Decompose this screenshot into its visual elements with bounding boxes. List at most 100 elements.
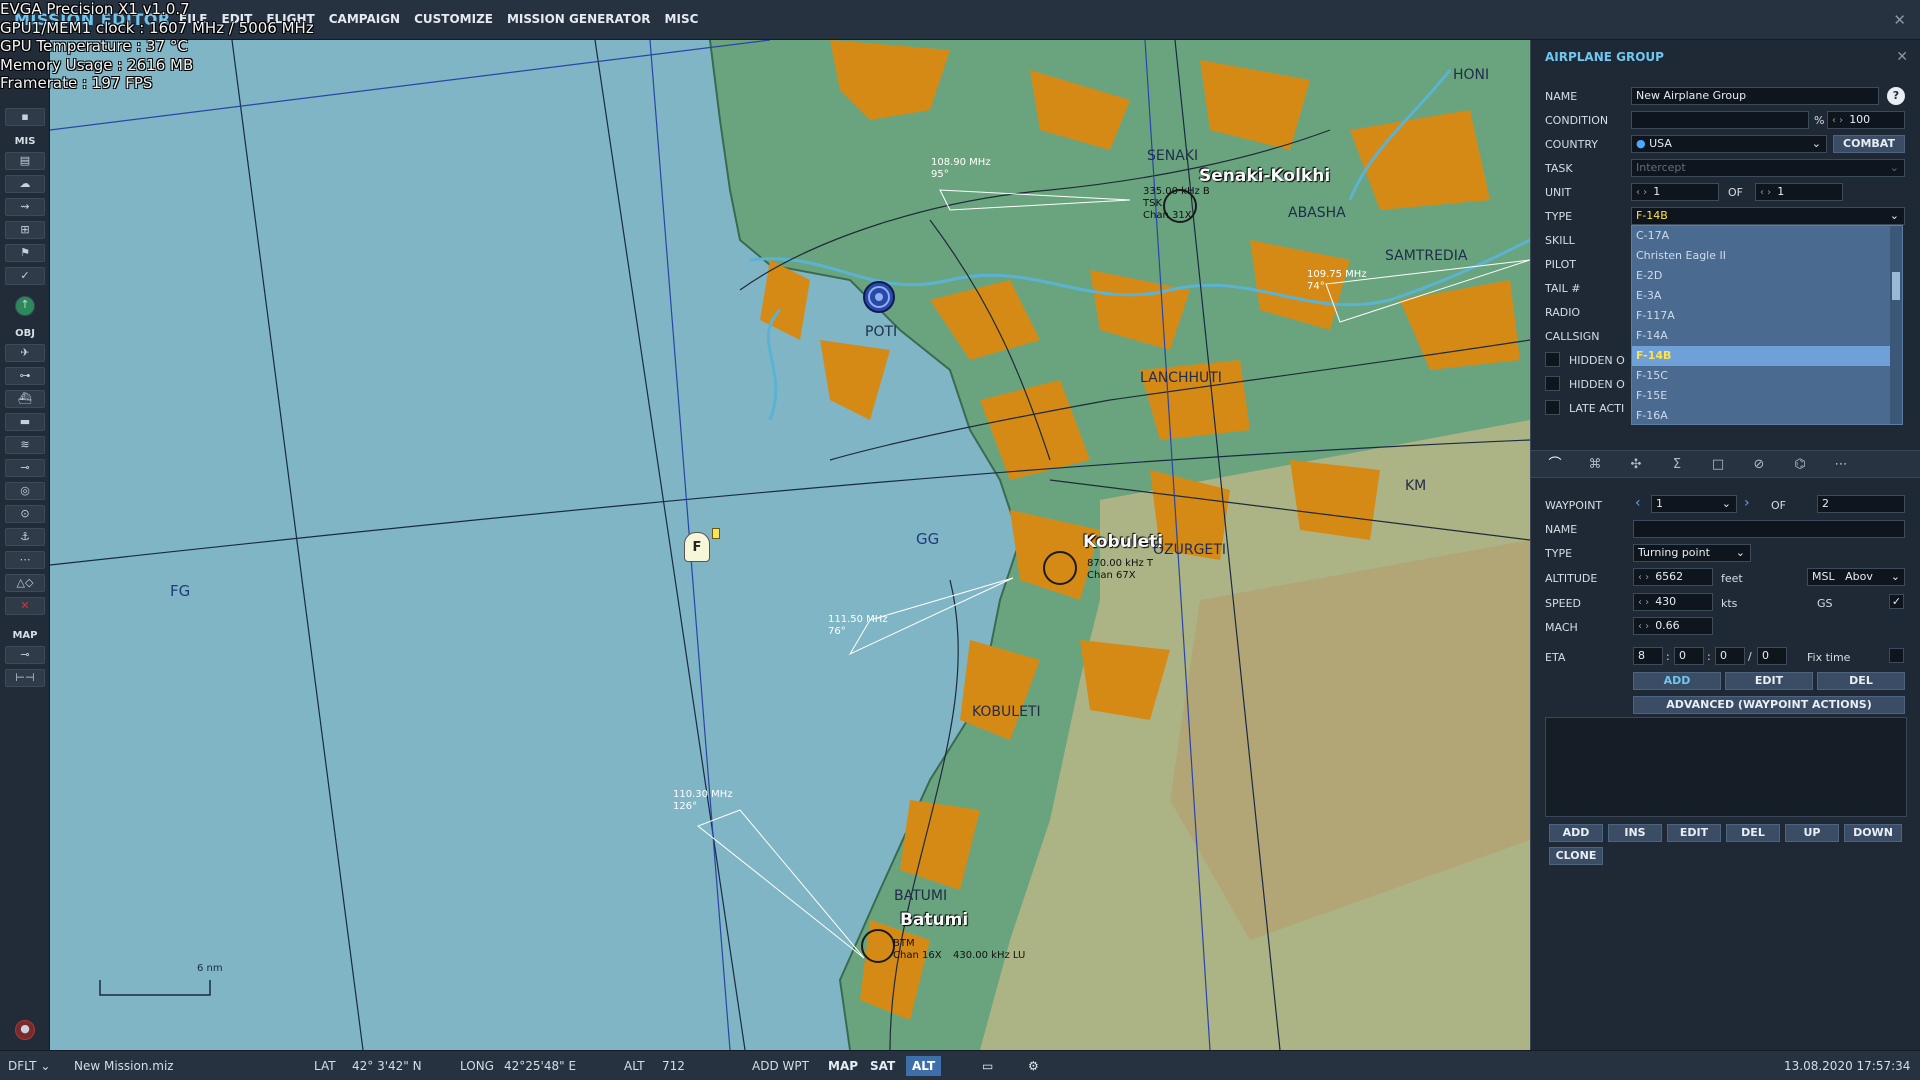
menu-customize[interactable]: CUSTOMIZE <box>407 12 500 26</box>
airplane-group-marker[interactable]: F <box>684 532 710 562</box>
combat-button[interactable]: COMBAT <box>1833 135 1905 153</box>
save-icon[interactable]: ▪ <box>5 108 45 126</box>
map-view[interactable]: F HONI SENAKI Senaki-Kolkhi ABASHA SAMTR… <box>50 40 1530 1050</box>
delete-action-button[interactable]: DEL <box>1726 824 1780 842</box>
eta-day-input[interactable]: 8 <box>1633 647 1663 665</box>
ship-icon[interactable]: ⛴ <box>5 390 45 408</box>
delete-icon[interactable]: ✕ <box>5 597 45 615</box>
airplane-icon[interactable]: ✈ <box>5 344 45 362</box>
type-option[interactable]: C-17A <box>1632 226 1902 246</box>
hidden-on-map-checkbox[interactable] <box>1545 352 1560 367</box>
next-waypoint-icon[interactable]: › <box>1744 495 1750 511</box>
menu-misc[interactable]: MISC <box>658 12 706 26</box>
stepper-arrows[interactable]: ‹ › <box>1638 572 1649 583</box>
vehicle-icon[interactable]: ▬ <box>5 413 45 431</box>
move-up-action-button[interactable]: UP <box>1785 824 1839 842</box>
clone-action-button[interactable]: CLONE <box>1549 847 1603 865</box>
summary-tab-icon[interactable]: Σ <box>1665 456 1689 474</box>
carrier-icon[interactable]: ⚓ <box>5 528 45 546</box>
radio-tab-icon[interactable]: ⌬ <box>1788 456 1812 474</box>
add-action-button[interactable]: ADD <box>1549 824 1603 842</box>
eta-second-input[interactable]: 0 <box>1757 647 1787 665</box>
type-option[interactable]: F-16A <box>1632 406 1902 424</box>
loadout-tab-icon[interactable]: ⌘ <box>1583 456 1607 474</box>
edit-waypoint-button[interactable]: EDIT <box>1725 672 1813 690</box>
static-icon[interactable]: ≋ <box>5 436 45 454</box>
waypoint-tool-icon[interactable]: ⊸ <box>5 459 45 477</box>
type-option[interactable]: Christen Eagle II <box>1632 246 1902 266</box>
shapes-icon[interactable]: △◇ <box>5 574 45 592</box>
help-button[interactable]: ? <box>1887 87 1905 105</box>
type-select[interactable]: F-14B ⌄ <box>1631 207 1905 225</box>
advanced-waypoint-actions-button[interactable]: ADVANCED (WAYPOINT ACTIONS) <box>1633 696 1905 714</box>
check-icon[interactable]: ✓ <box>5 267 45 285</box>
type-option[interactable]: E-2D <box>1632 266 1902 286</box>
goals-icon[interactable]: ⚑ <box>5 244 45 262</box>
stepper-arrows[interactable]: ‹ › <box>1636 187 1647 198</box>
map-ruler-icon[interactable]: ⊸ <box>5 646 45 664</box>
waypoint-type-select[interactable]: Turning point ⌄ <box>1633 544 1751 562</box>
type-option[interactable]: E-3A <box>1632 286 1902 306</box>
stepper-arrows[interactable]: ‹ › <box>1638 621 1649 632</box>
waypoint-actions-list[interactable] <box>1545 717 1907 817</box>
edit-action-button[interactable]: EDIT <box>1667 824 1721 842</box>
task-select[interactable]: Intercept ⌄ <box>1631 159 1905 177</box>
type-option[interactable]: F-117A <box>1632 306 1902 326</box>
briefing-icon[interactable]: ▤ <box>5 152 45 170</box>
waypoint-marker[interactable] <box>712 528 720 539</box>
type-dropdown-list[interactable]: C-17A Christen Eagle II E-2D E-3A F-117A… <box>1631 225 1903 425</box>
group-name-input[interactable]: New Airplane Group <box>1631 87 1879 105</box>
payload-tab-icon[interactable]: □ <box>1706 456 1730 474</box>
delete-waypoint-button[interactable]: DEL <box>1817 672 1905 690</box>
target-icon[interactable]: ⊙ <box>5 505 45 523</box>
record-icon[interactable]: ● <box>15 1020 35 1040</box>
type-option[interactable]: F-15E <box>1632 386 1902 406</box>
unit-stepper[interactable]: ‹ › 1 <box>1631 183 1719 201</box>
waypoint-select[interactable]: 1 ⌄ <box>1651 495 1737 513</box>
insert-action-button[interactable]: INS <box>1608 824 1662 842</box>
stepper-arrows[interactable]: ‹ › <box>1760 187 1771 198</box>
menu-campaign[interactable]: CAMPAIGN <box>322 12 407 26</box>
altitude-stepper[interactable]: ‹ › 6562 <box>1633 568 1713 586</box>
triggered-actions-tab-icon[interactable]: ✣ <box>1624 456 1648 474</box>
fix-time-checkbox[interactable] <box>1889 648 1904 663</box>
gs-checkbox[interactable]: ✓ <box>1889 594 1904 609</box>
type-list-scrollbar[interactable] <box>1890 226 1902 424</box>
layers-icon[interactable]: ▭ <box>976 1056 999 1076</box>
eta-minute-input[interactable]: 0 <box>1715 647 1745 665</box>
country-select[interactable]: ● USA ⌄ <box>1631 135 1827 153</box>
hidden-on-planner-checkbox[interactable] <box>1545 376 1560 391</box>
stepper-arrows[interactable]: ‹ › <box>1638 597 1649 608</box>
route-icon[interactable]: ⇝ <box>5 198 45 216</box>
eta-hour-input[interactable]: 0 <box>1674 647 1704 665</box>
trigger-icon[interactable]: ⊞ <box>5 221 45 239</box>
mach-stepper[interactable]: ‹ › 0.66 <box>1633 617 1713 635</box>
waypoint-name-input[interactable] <box>1633 520 1905 538</box>
prev-waypoint-icon[interactable]: ‹ <box>1635 495 1641 511</box>
weather-icon[interactable]: ☁ <box>5 175 45 193</box>
profile-select[interactable]: DFLT ⌄ <box>8 1059 50 1073</box>
speed-stepper[interactable]: ‹ › 430 <box>1633 593 1713 611</box>
type-option[interactable]: F-14A <box>1632 326 1902 346</box>
menu-mission-generator[interactable]: MISSION GENERATOR <box>500 12 658 26</box>
condition-stepper[interactable]: ‹ › 100 <box>1827 111 1905 129</box>
stepper-arrows[interactable]: ‹ › <box>1832 115 1843 126</box>
move-down-action-button[interactable]: DOWN <box>1844 824 1902 842</box>
alt-mode-button[interactable]: ALT <box>906 1056 942 1076</box>
map-mode-button[interactable]: MAP <box>822 1056 864 1076</box>
up-arrow-icon[interactable]: ↑ <box>15 296 35 316</box>
settings-icon[interactable]: ⚙ <box>1022 1056 1045 1076</box>
late-activation-checkbox[interactable] <box>1545 400 1560 415</box>
scrollbar-thumb[interactable] <box>1892 272 1900 300</box>
add-waypoint-button[interactable]: ADD <box>1633 672 1721 690</box>
type-option[interactable]: F-14B <box>1632 346 1902 366</box>
failures-tab-icon[interactable]: ⊘ <box>1747 456 1771 474</box>
helicopter-icon[interactable]: ⊶ <box>5 367 45 385</box>
add-waypoint-toggle[interactable]: ADD WPT <box>752 1059 809 1073</box>
condition-input[interactable] <box>1631 111 1809 129</box>
sat-mode-button[interactable]: SAT <box>864 1056 901 1076</box>
map-measure-icon[interactable]: ⊢⊣ <box>5 669 45 687</box>
route-tab-icon[interactable]: ⌒ <box>1543 456 1567 474</box>
unit-total-stepper[interactable]: ‹ › 1 <box>1755 183 1843 201</box>
close-icon[interactable]: ✕ <box>1896 49 1908 65</box>
